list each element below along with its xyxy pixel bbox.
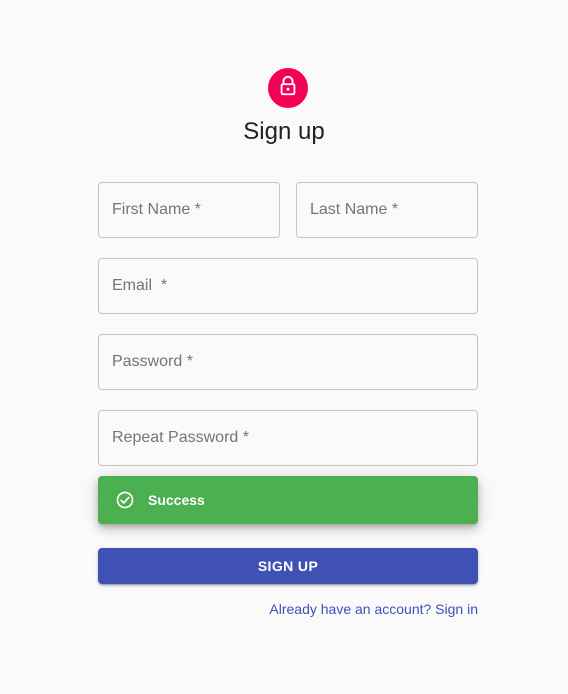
check-circle-icon [115, 490, 135, 510]
sign-up-button[interactable]: SIGN UP [98, 548, 478, 584]
password-input[interactable] [99, 335, 477, 389]
success-alert: Success [98, 476, 478, 524]
first-name-input[interactable] [99, 183, 279, 237]
alert-message: Success [148, 492, 205, 508]
email-input[interactable] [99, 259, 477, 313]
password-field[interactable] [98, 334, 478, 390]
signup-page: Sign up Success SIGN UP Alrea [0, 0, 568, 694]
last-name-field[interactable] [296, 182, 478, 238]
first-name-field[interactable] [98, 182, 280, 238]
repeat-password-input[interactable] [99, 411, 477, 465]
last-name-input[interactable] [297, 183, 477, 237]
repeat-password-field[interactable] [98, 410, 478, 466]
email-field[interactable] [98, 258, 478, 314]
lock-icon [277, 75, 299, 102]
page-title: Sign up [243, 118, 325, 145]
avatar [268, 68, 308, 108]
sign-in-link[interactable]: Already have an account? Sign in [269, 600, 478, 618]
